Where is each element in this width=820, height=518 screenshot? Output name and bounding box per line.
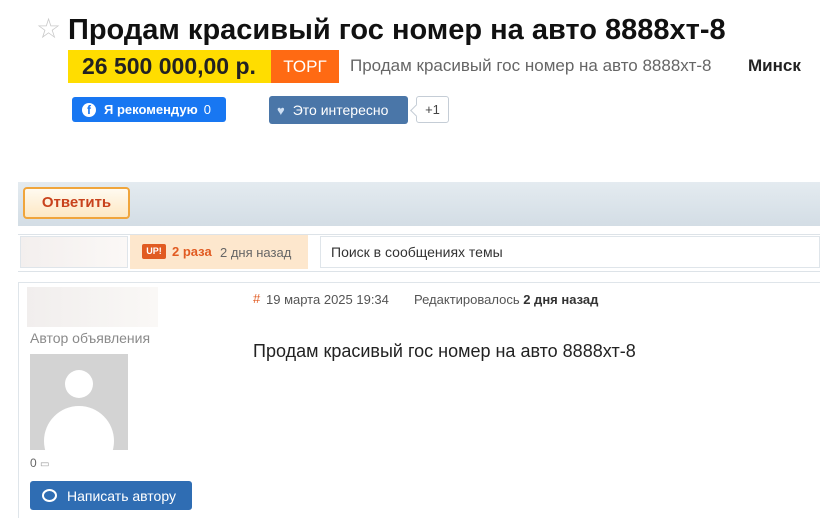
heart-icon: ♥ bbox=[277, 102, 285, 118]
author-message-count: 0 ▭ bbox=[30, 456, 49, 470]
author-name-placeholder bbox=[27, 287, 158, 327]
author-role: Автор объявления bbox=[30, 330, 151, 346]
up-time: 2 дня назад bbox=[220, 245, 292, 260]
page-title: Продам красивый гос номер на авто 8888хт… bbox=[68, 14, 726, 46]
post-edited-time: 2 дня назад bbox=[523, 292, 599, 307]
post-edited: Редактировалось 2 дня назад bbox=[414, 292, 598, 307]
facebook-recommend-count: 0 bbox=[203, 102, 211, 117]
topic-author-placeholder bbox=[20, 236, 128, 268]
listing-subtitle: Продам красивый гос номер на авто 8888хт… bbox=[350, 56, 712, 75]
write-author-label: Написать автору bbox=[67, 487, 176, 504]
facebook-icon: f bbox=[82, 102, 96, 117]
topic-toolbar bbox=[18, 182, 820, 226]
message-count-value: 0 bbox=[30, 456, 37, 470]
facebook-recommend-label: Я рекомендую bbox=[104, 102, 198, 117]
post-date: 19 марта 2025 19:34 bbox=[266, 292, 389, 307]
post-edited-label: Редактировалось bbox=[414, 292, 520, 307]
post-permalink-hash[interactable]: # bbox=[253, 291, 260, 306]
chat-bubble-icon bbox=[42, 489, 57, 502]
favorite-star-icon[interactable]: ☆ bbox=[36, 14, 61, 44]
reply-button[interactable]: Ответить bbox=[23, 187, 130, 219]
negotiable-badge: ТОРГ bbox=[271, 50, 339, 83]
user-avatar-icon bbox=[30, 354, 128, 450]
price-badge: 26 500 000,00 р. bbox=[68, 50, 271, 83]
city-label: Минск bbox=[748, 56, 801, 75]
interesting-count: +1 bbox=[416, 96, 449, 123]
interesting-button[interactable]: ♥ Это интересно bbox=[269, 96, 408, 124]
interesting-label: Это интересно bbox=[292, 102, 389, 118]
facebook-recommend-button[interactable]: f Я рекомендую 0 bbox=[72, 97, 226, 122]
post-message: Продам красивый гос номер на авто 8888хт… bbox=[253, 341, 636, 361]
up-count: 2 раза bbox=[172, 244, 212, 259]
topic-search-input[interactable]: Поиск в сообщениях темы bbox=[320, 236, 820, 268]
comment-icon: ▭ bbox=[40, 459, 50, 470]
up-badge-icon: UP! bbox=[142, 244, 166, 259]
write-author-button[interactable]: Написать автору bbox=[30, 481, 192, 510]
